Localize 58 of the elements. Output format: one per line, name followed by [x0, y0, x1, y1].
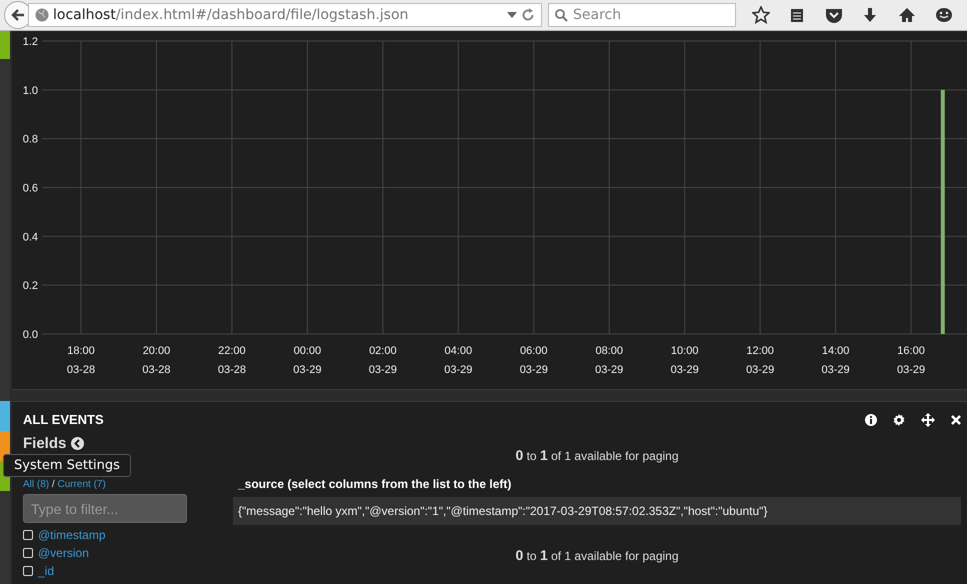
paging-text: 0 to 1 of 1 available for paging [514, 447, 680, 463]
x-tick-label: 14:00 03-29 [822, 345, 850, 376]
field-link[interactable]: @version [38, 546, 89, 560]
x-tick-label: 04:00 03-29 [444, 345, 472, 376]
search-placeholder: Search [573, 7, 622, 23]
y-tick-label: 0.6 [22, 182, 38, 194]
current-fields-link[interactable]: Current (7) [57, 479, 106, 490]
smiley-icon[interactable] [935, 7, 954, 23]
paging-text: 0 to 1 of 1 available for paging [514, 547, 680, 563]
star-icon[interactable] [752, 6, 770, 24]
collapse-icon[interactable] [71, 437, 84, 450]
field-link[interactable]: _id [38, 564, 54, 578]
caret-icon[interactable] [507, 12, 517, 18]
home-icon[interactable] [898, 7, 916, 23]
reading-list-icon[interactable] [789, 7, 806, 23]
settings-icon[interactable] [893, 414, 905, 426]
x-tick-label: 12:00 03-29 [746, 345, 774, 376]
y-tick-label: 1.0 [22, 84, 38, 97]
close-icon[interactable] [951, 414, 961, 424]
x-tick-label: 06:00 03-29 [520, 345, 548, 376]
checkbox[interactable] [23, 566, 33, 576]
x-tick-label: 00:00 03-29 [293, 345, 322, 376]
separator: / [52, 479, 55, 490]
y-tick-label: 0.2 [22, 280, 38, 292]
x-tick-label: 22:00 03-28 [218, 345, 246, 376]
x-tick-label: 08:00 03-29 [595, 345, 624, 376]
reload-icon[interactable] [521, 8, 535, 22]
checkbox[interactable] [23, 548, 33, 558]
column-header: _source (select columns from the list to the left) [238, 477, 512, 491]
tooltip: System Settings [3, 454, 131, 477]
table-cell: {"message":"hello yxm","@version":"1","@timestamp":"2017-03-29T08:57:02.353Z","host":"ubuntu"} [233, 497, 961, 525]
filter-field[interactable]: Type to filter... [23, 494, 187, 523]
globe-icon [35, 8, 49, 22]
all-fields-link[interactable]: All (8) [23, 479, 50, 490]
address-bar[interactable]: localhost/index.html#/dashboard/file/logstash.json [28, 3, 542, 27]
search-icon [555, 8, 568, 22]
pocket-icon[interactable] [824, 7, 843, 23]
field-link[interactable]: @timestamp [38, 528, 106, 542]
x-tick-label: 20:00 03-28 [142, 345, 171, 376]
y-tick-label: 0.8 [22, 134, 38, 146]
y-tick-label: 0.0 [22, 329, 38, 341]
filter-placeholder: Type to filter... [31, 500, 118, 516]
url-path: /index.html#/dashboard/file/logstash.json [116, 7, 408, 23]
checkbox[interactable] [23, 530, 33, 540]
x-tick-label: 16:00 03-29 [897, 345, 926, 376]
info-icon[interactable] [865, 414, 877, 426]
move-icon[interactable] [921, 412, 935, 426]
download-icon[interactable] [862, 7, 878, 23]
search-field[interactable]: Search [548, 3, 736, 27]
x-tick-label: 02:00 03-29 [368, 345, 397, 376]
url-host: localhost [53, 7, 116, 23]
x-tick-label: 18:00 03-28 [66, 345, 96, 376]
y-tick-label: 1.2 [22, 36, 38, 48]
y-tick-label: 0.4 [22, 231, 38, 244]
back-arrow-icon [10, 7, 26, 23]
fields-heading: Fields [23, 435, 66, 452]
x-tick-label: 10:00 03-29 [670, 345, 699, 376]
panel-title: ALL EVENTS [23, 412, 104, 427]
